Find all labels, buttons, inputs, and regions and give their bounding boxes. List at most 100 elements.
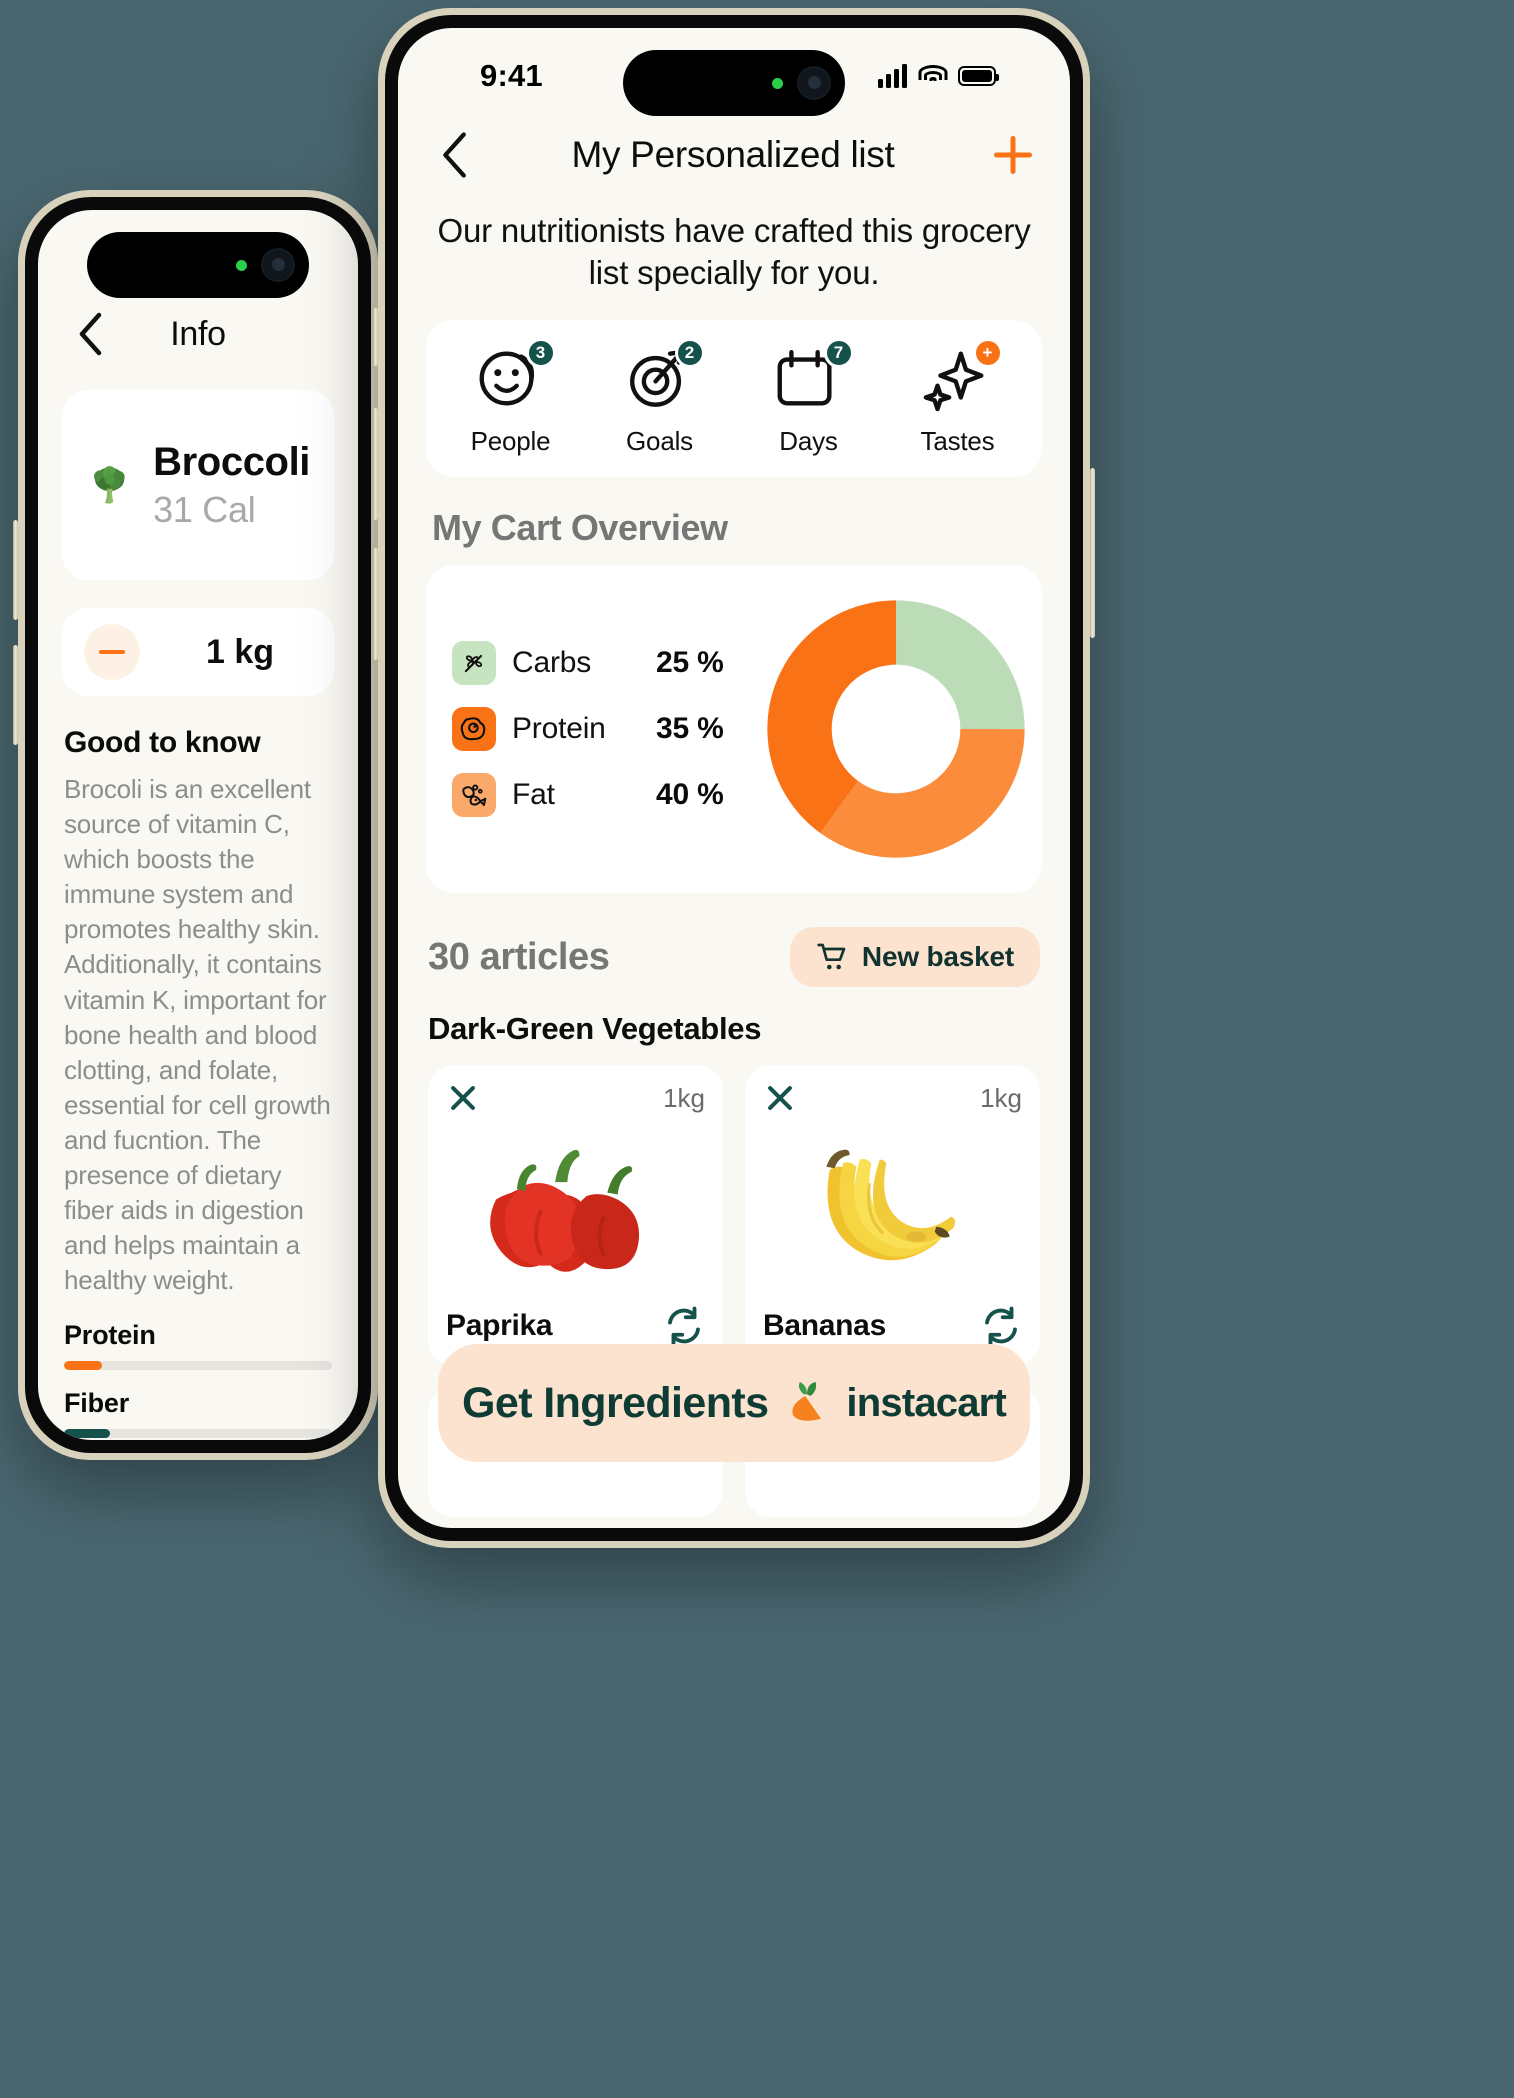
nutrient-bars-list: Protein Fiber Carbohdrates Total Fat bbox=[38, 1298, 358, 1440]
item-name: Paprika bbox=[446, 1309, 553, 1343]
stat-tastes[interactable]: + Tastes bbox=[883, 338, 1032, 457]
goals-badge: 2 bbox=[674, 338, 705, 369]
broccoli-image bbox=[94, 466, 125, 504]
left-status-bar: 9:41 bbox=[38, 210, 358, 306]
battery-icon bbox=[958, 66, 999, 86]
remove-item-button[interactable] bbox=[446, 1081, 480, 1115]
nutrient-row: Protein bbox=[64, 1320, 332, 1371]
main-content: My Personalized list Our nutritionists h… bbox=[398, 124, 1070, 1528]
product-calories: 31 Cal bbox=[153, 488, 256, 530]
fat-value: 40 % bbox=[656, 778, 724, 812]
recording-dot-icon bbox=[772, 77, 783, 89]
good-to-know-heading: Good to know bbox=[64, 726, 261, 759]
status-time: 9:41 bbox=[480, 58, 543, 93]
phone-right-screen: 9:41 My Personalized list Our nutritioni… bbox=[398, 28, 1070, 1528]
quantity-decrease-button[interactable] bbox=[84, 624, 140, 680]
carbs-icon-tile bbox=[452, 641, 496, 686]
quantity-value: 1 kg bbox=[205, 632, 275, 671]
product-hero-card: Broccoli 31 Cal bbox=[62, 390, 334, 580]
phone-left: 9:41 Info bbox=[13, 190, 378, 1460]
right-status-bar: 9:41 bbox=[398, 28, 1070, 124]
volume-down-button[interactable] bbox=[13, 645, 18, 745]
refresh-swap-icon[interactable] bbox=[980, 1305, 1022, 1347]
bananas-image bbox=[825, 1150, 955, 1261]
phone-right: 9:41 My Personalized list Our nutritioni… bbox=[373, 8, 1095, 1548]
stat-days[interactable]: 7 Days bbox=[734, 338, 883, 457]
protein-label: Protein bbox=[512, 712, 606, 746]
articles-bar: 30 articles New basket bbox=[398, 893, 1070, 997]
carbs-value: 25 % bbox=[656, 646, 724, 680]
people-label: People bbox=[470, 426, 551, 457]
stat-people[interactable]: 3 People bbox=[436, 338, 585, 457]
chevron-left-icon bbox=[79, 312, 102, 356]
refresh-swap-icon[interactable] bbox=[663, 1305, 705, 1347]
get-ingredients-button[interactable]: Get Ingredients instacart bbox=[438, 1344, 1030, 1462]
macro-breakdown-card: Carbs 25 % Protein 35 % Fat 40 % bbox=[426, 565, 1042, 894]
volume-up-button[interactable] bbox=[373, 408, 378, 520]
volume-up-button[interactable] bbox=[13, 520, 18, 620]
item-grid: 1kg Paprika 1kg Bananas bbox=[398, 1065, 1070, 1366]
recording-dot-icon bbox=[236, 259, 247, 271]
phone-left-screen: 9:41 Info bbox=[38, 210, 358, 1440]
new-basket-button[interactable]: New basket bbox=[789, 927, 1040, 988]
cart-overview-heading: My Cart Overview bbox=[432, 507, 728, 549]
quantity-stepper[interactable]: 1 kg bbox=[62, 608, 334, 696]
item-card-header: 1kg bbox=[763, 1081, 1022, 1115]
fat-icon-tile bbox=[452, 773, 496, 818]
screenshot-stage: 9:41 Info bbox=[0, 0, 1514, 2098]
days-badge: 7 bbox=[823, 338, 854, 369]
volume-down-button[interactable] bbox=[373, 548, 378, 660]
nav-bar: My Personalized list bbox=[398, 124, 1070, 204]
goals-label: Goals bbox=[626, 426, 693, 457]
category-title: Dark-Green Vegetables bbox=[428, 1011, 762, 1047]
phone-left-bezel: 9:41 Info bbox=[25, 197, 371, 1453]
tastes-label: Tastes bbox=[920, 426, 995, 457]
nutrient-label: Fiber bbox=[64, 1388, 130, 1419]
cellular-bars-icon bbox=[878, 64, 907, 88]
nutrient-track bbox=[64, 1429, 332, 1439]
macro-row-protein: Protein 35 % bbox=[452, 707, 752, 752]
back-button[interactable] bbox=[432, 132, 476, 178]
carrot-icon bbox=[792, 1382, 822, 1421]
left-page-title: Info bbox=[170, 314, 226, 353]
add-item-button[interactable] bbox=[990, 132, 1036, 178]
nutrient-row: Fiber bbox=[64, 1388, 332, 1439]
status-indicators bbox=[878, 64, 999, 88]
front-camera-icon bbox=[261, 248, 295, 282]
good-to-know-body: Brocoli is an excellent source of vitami… bbox=[64, 774, 331, 1296]
minus-icon bbox=[99, 650, 125, 654]
phone-right-bezel: 9:41 My Personalized list Our nutritioni… bbox=[385, 15, 1083, 1541]
cta-label: Get Ingredients bbox=[462, 1378, 769, 1427]
remove-item-button[interactable] bbox=[763, 1081, 797, 1115]
item-image-wrap bbox=[763, 1115, 1022, 1305]
red-bell-peppers-image bbox=[489, 1150, 639, 1273]
power-button[interactable] bbox=[1090, 468, 1095, 638]
fried-egg-icon bbox=[460, 717, 486, 741]
macro-donut-wrap bbox=[762, 595, 1030, 863]
item-card-bananas[interactable]: 1kg Bananas bbox=[745, 1065, 1040, 1366]
nutrient-fill bbox=[64, 1361, 102, 1371]
wifi-icon bbox=[918, 65, 947, 87]
cta-brand: instacart bbox=[846, 1380, 1006, 1425]
intro-text: Our nutritionists have crafted this groc… bbox=[437, 212, 1031, 292]
macro-donut-chart bbox=[767, 600, 1025, 859]
protein-icon-tile bbox=[452, 707, 496, 752]
item-card-paprika[interactable]: 1kg Paprika bbox=[428, 1065, 723, 1366]
mute-switch[interactable] bbox=[373, 308, 378, 366]
item-quantity: 1kg bbox=[663, 1082, 705, 1113]
protein-value: 35 % bbox=[656, 712, 724, 746]
people-badge: 3 bbox=[525, 338, 556, 369]
stats-summary-card: 3 People 2 Goals 7 Days + Tastes bbox=[426, 320, 1042, 478]
nutrient-label: Protein bbox=[64, 1320, 156, 1351]
nutrient-track bbox=[64, 1361, 332, 1371]
days-icon-wrap: 7 bbox=[770, 338, 854, 414]
item-card-footer: Bananas bbox=[763, 1305, 1022, 1347]
left-back-button[interactable] bbox=[68, 312, 112, 356]
item-card-header: 1kg bbox=[446, 1081, 705, 1115]
stat-goals[interactable]: 2 Goals bbox=[585, 338, 734, 457]
macro-legend: Carbs 25 % Protein 35 % Fat 40 % bbox=[452, 641, 752, 818]
macro-row-fat: Fat 40 % bbox=[452, 773, 752, 818]
chevron-left-icon bbox=[443, 132, 466, 178]
shopping-cart-icon bbox=[817, 944, 846, 970]
days-label: Days bbox=[779, 426, 838, 457]
